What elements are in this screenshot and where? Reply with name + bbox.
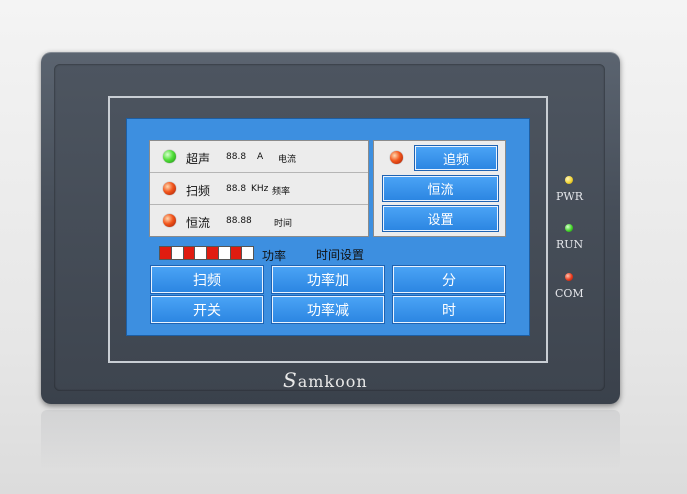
status-row-ultrasonic: 超声 88.8 A 电流 <box>150 141 368 173</box>
current-desc: 电流 <box>278 155 297 165</box>
status-row-constant: 恒流 88.88 时间 <box>150 205 368 237</box>
track-led-icon <box>390 151 403 164</box>
power-segment <box>171 247 184 259</box>
power-segment <box>160 247 172 259</box>
row-name: 超声 <box>186 152 211 166</box>
status-row-sweep: 扫频 88.8 KHz 频率 <box>150 173 368 205</box>
track-frequency-button[interactable]: 追频 <box>415 146 497 170</box>
row-name: 扫频 <box>186 184 211 198</box>
power-up-button[interactable]: 功率加 <box>272 266 384 293</box>
power-segment <box>207 247 219 259</box>
current-unit: A <box>257 152 264 162</box>
brand-logo-text: amkoon <box>297 372 368 391</box>
frequency-value[interactable]: 88.8 <box>226 184 246 194</box>
com-label: COM <box>555 287 584 300</box>
status-led-red-icon <box>163 214 176 227</box>
frequency-desc: 频率 <box>272 187 291 197</box>
brand-logo: Samkoon <box>283 368 368 392</box>
constant-current-button[interactable]: 恒流 <box>383 176 498 201</box>
power-segment <box>195 247 207 259</box>
power-level-bar <box>159 246 254 260</box>
com-indicator-icon <box>565 273 573 281</box>
row-name: 恒流 <box>186 216 211 230</box>
frequency-unit: KHz <box>251 184 269 194</box>
power-segment <box>183 247 196 259</box>
power-segment <box>230 247 243 259</box>
time-setting-label: 时间设置 <box>316 248 365 262</box>
power-down-button[interactable]: 功率减 <box>272 296 384 323</box>
switch-button[interactable]: 开关 <box>151 296 263 323</box>
pwr-label: PWR <box>556 190 583 203</box>
power-label: 功率 <box>262 249 287 263</box>
pwr-indicator-icon <box>565 176 573 184</box>
current-value[interactable]: 88.8 <box>226 152 246 162</box>
brand-logo-initial: S <box>283 368 298 392</box>
settings-button[interactable]: 设置 <box>383 206 498 231</box>
minute-button[interactable]: 分 <box>393 266 505 293</box>
power-segment <box>218 247 231 259</box>
time-desc: 时间 <box>274 219 293 229</box>
status-panel: 超声 88.8 A 电流 扫频 88.8 KHz 频率 恒流 88.88 时间 <box>149 140 369 237</box>
device-reflection <box>41 410 620 470</box>
run-label: RUN <box>556 238 584 251</box>
status-led-red-icon <box>163 182 176 195</box>
time-value[interactable]: 88.88 <box>226 216 252 226</box>
sweep-button[interactable]: 扫频 <box>151 266 263 293</box>
power-segment <box>242 247 253 259</box>
status-led-green-icon <box>163 150 176 163</box>
hour-button[interactable]: 时 <box>393 296 505 323</box>
run-indicator-icon <box>565 224 573 232</box>
